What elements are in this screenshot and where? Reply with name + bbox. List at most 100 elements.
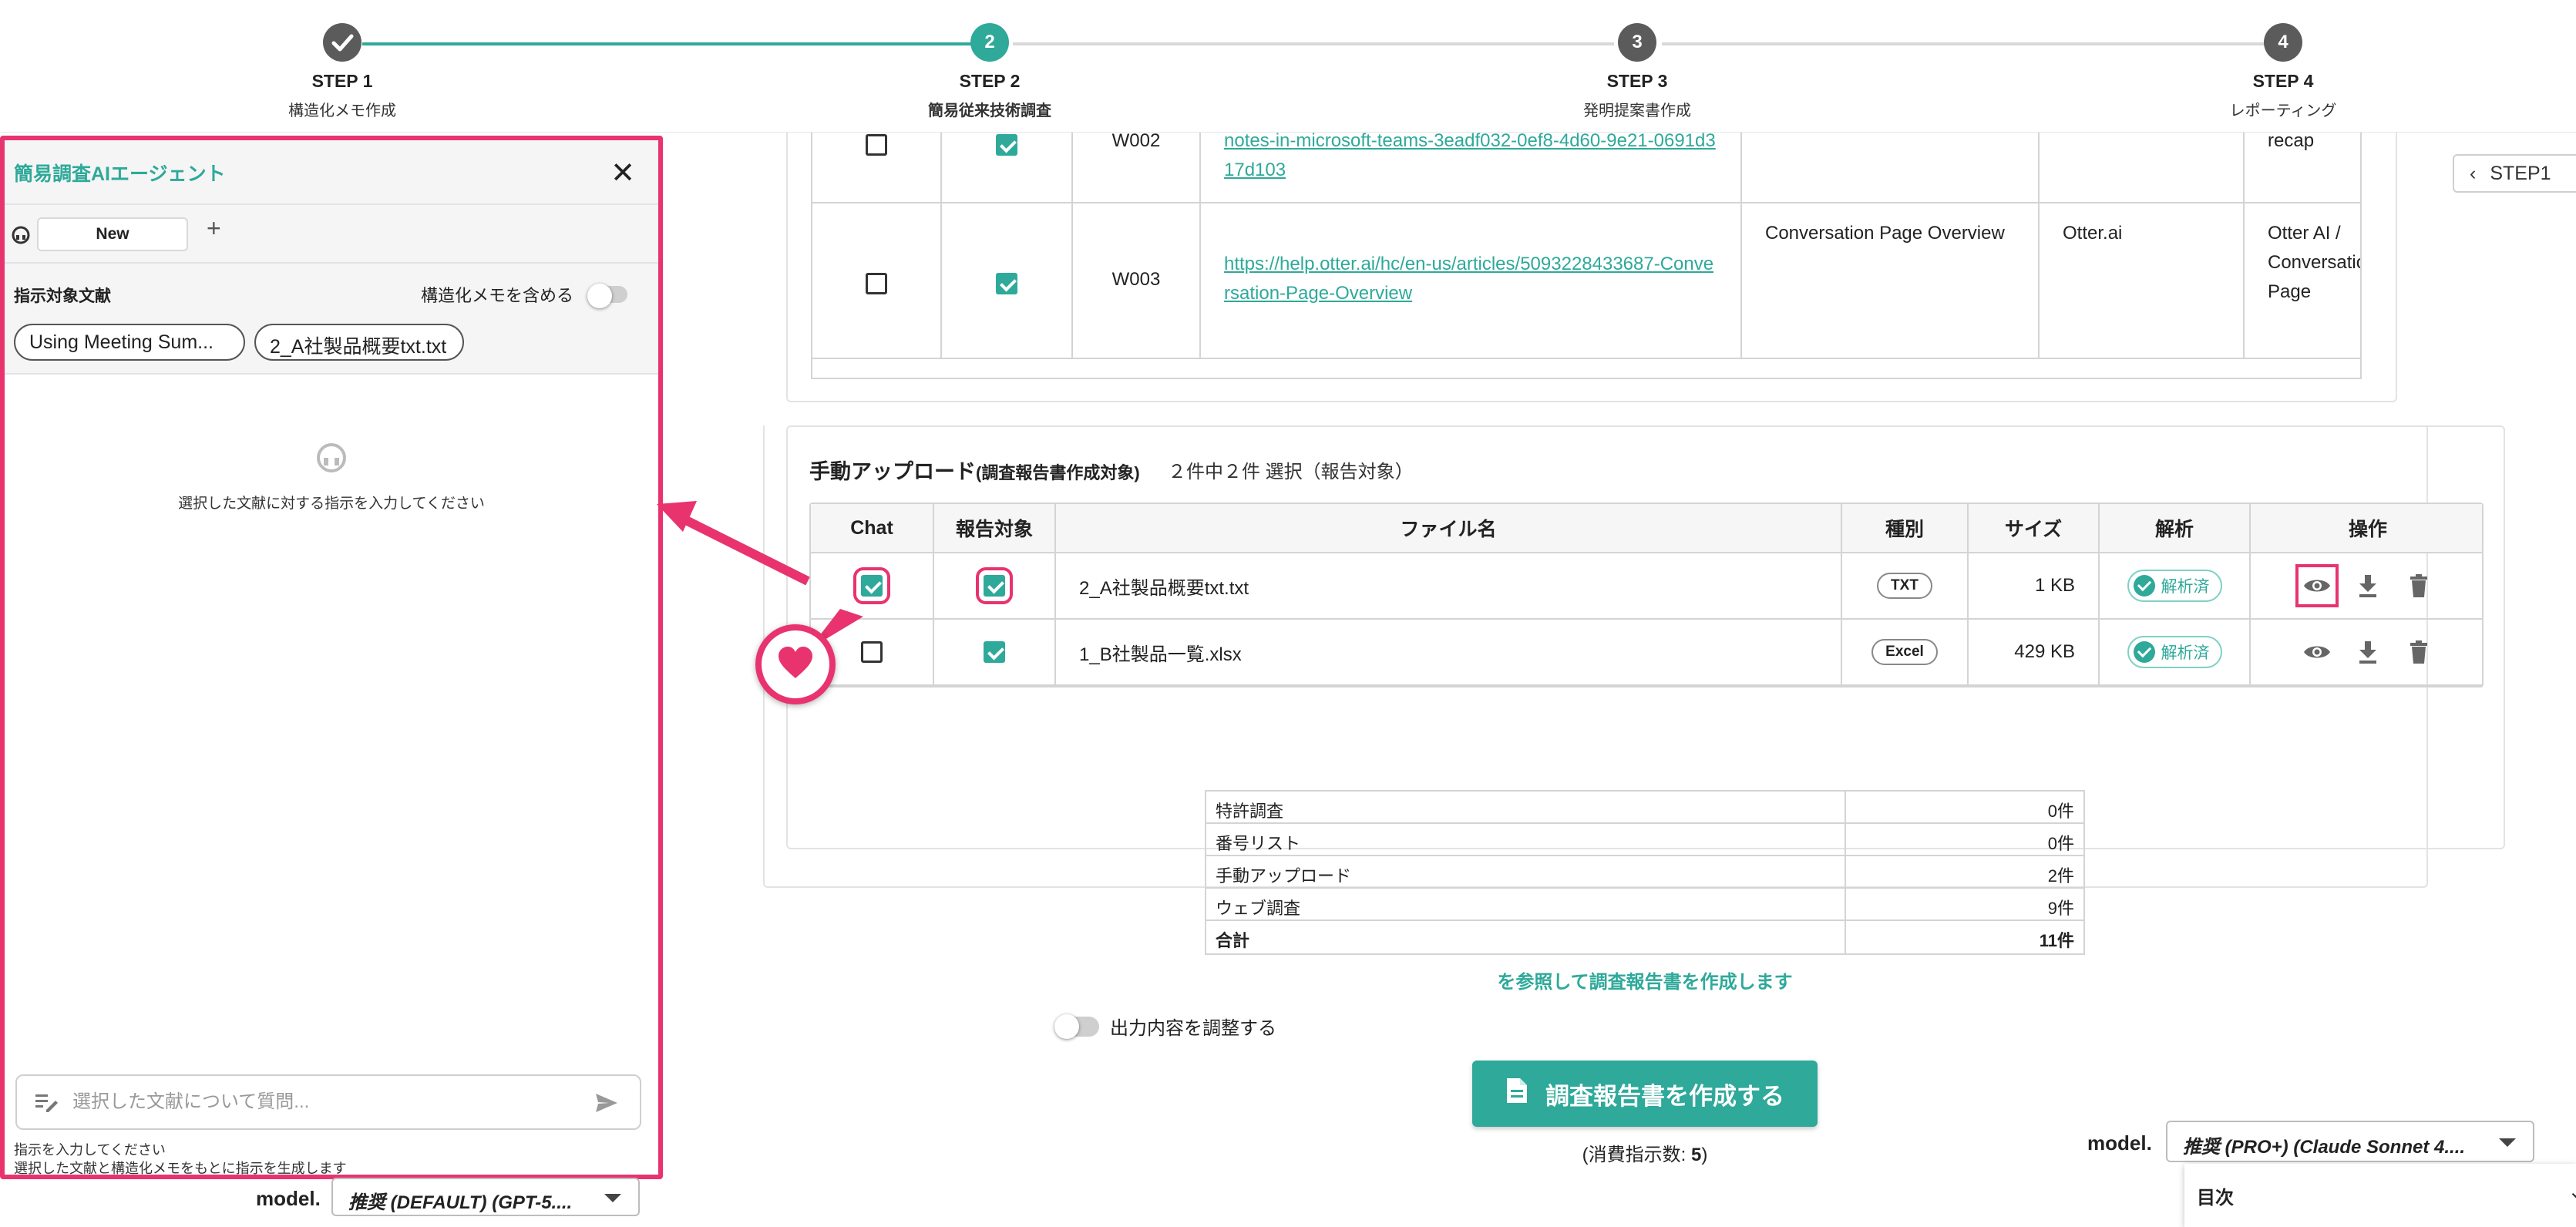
trash-icon[interactable] [2405,638,2433,666]
summary-row: ウェブ調査 9件 [1206,889,2083,921]
doc-chip[interactable]: 2_A社製品概要txt.txt [254,324,464,361]
adjust-output-toggle-row[interactable]: 出力内容を調整する [1054,1013,1276,1040]
col-analysis: 解析 [2100,504,2251,552]
summary-label: 手動アップロード [1206,856,1846,887]
step-3-number: 3 [1618,23,1656,62]
chat-hint-1: 指示を入力してください [14,1142,166,1158]
doc-source: Otter.ai [2040,203,2245,358]
report-checkbox[interactable] [976,567,1013,604]
model-select-right[interactable]: 推奨 (PRO+) (Claude Sonnet 4.... [2166,1121,2534,1162]
step-3[interactable]: 3 STEP 3 発明提案書作成 [1522,23,1753,120]
chat-agent-panel: 簡易調査AIエージェント ✕ New + 指示対象文献 構造化メモを含める Us… [0,136,663,1179]
doc-title [1742,133,2040,202]
summary-row: 特許調査 0件 [1206,792,2083,824]
status-badge: 解析済 [2127,570,2222,602]
summary-row: 手動アップロード 2件 [1206,856,2083,889]
step-2-subtitle: 簡易従来技術調査 [928,103,1051,119]
step-4[interactable]: 4 STEP 4 レポーティング [2167,23,2399,120]
model-label: model. [2087,1131,2152,1155]
web-research-table: W002 notes-in-microsoft-teams-3eadf032-0… [811,133,2362,379]
chat-checkbox[interactable] [861,641,883,663]
doc-chip[interactable]: Using Meeting Sum... [14,324,245,361]
report-checkbox-cell[interactable] [934,553,1056,618]
chat-input-box[interactable] [15,1074,641,1130]
col-size: サイズ [1969,504,2100,552]
add-tab-icon[interactable]: + [207,214,221,243]
table-of-contents[interactable]: 目次 ⌄ [2184,1164,2576,1227]
chat-input[interactable] [72,1087,566,1118]
chat-checkbox-cell[interactable] [811,553,934,618]
target-docs-section: 指示対象文献 構造化メモを含める Using Meeting Sum... 2_… [5,264,658,375]
step-2[interactable]: 2 STEP 2 簡易従来技術調査 [874,23,1105,120]
status-badge: 解析済 [2127,636,2222,668]
heart-icon [777,646,814,684]
send-icon[interactable] [595,1093,618,1117]
step-4-subtitle: レポーティング [2229,103,2337,119]
doc-url-link[interactable]: notes-in-microsoft-teams-3eadf032-0ef8-4… [1224,133,1716,180]
chat-checkbox[interactable] [853,567,890,604]
file-type-badge: Excel [1871,639,1938,665]
consume-suffix: ) [1701,1145,1708,1165]
file-type-badge: TXT [1877,573,1932,599]
doc-url-cell: notes-in-microsoft-teams-3eadf032-0ef8-4… [1201,133,1742,202]
step-1[interactable]: STEP 1 構造化メモ作成 [227,23,458,120]
report-checkbox[interactable] [996,272,1017,294]
consume-count: (消費指示数: 5) [1472,1139,1818,1166]
report-checkbox-cell[interactable] [942,133,1073,202]
caret-down-icon [2499,1138,2516,1147]
chat-checkbox[interactable] [866,272,887,294]
step1-tab-label: STEP1 [2490,163,2551,184]
chevron-down-icon: ⌄ [2568,1182,2576,1202]
doc-url-link[interactable]: https://help.otter.ai/hc/en-us/articles/… [1224,254,1713,304]
upload-selection-count: ２件中２件 選択（報告対象） [1168,462,1414,482]
summary-value: 9件 [2047,899,2074,918]
summary-value: 2件 [2047,866,2074,886]
step-1-check-icon [323,23,362,62]
agent-icon [314,441,348,475]
report-checkbox[interactable] [996,133,1017,156]
chat-checkbox[interactable] [866,133,887,156]
upload-title: 手動アップロード(調査報告書作成対象) [809,455,1140,485]
col-report: 報告対象 [934,504,1056,552]
doc-name: Otter AI / Conversation Page [2245,203,2360,358]
eye-icon[interactable] [2295,564,2339,607]
include-memo-toggle[interactable] [587,284,627,308]
close-icon[interactable]: ✕ [610,156,635,190]
file-name: 1_B社製品一覧.xlsx [1056,620,1842,684]
file-size: 1 KB [1969,553,2100,618]
adjust-output-toggle[interactable] [1054,1014,1099,1039]
download-icon[interactable] [2354,572,2382,600]
step-3-subtitle: 発明提案書作成 [1583,103,1691,119]
chat-checkbox-cell[interactable] [812,203,942,358]
summary-label: 番号リスト [1206,824,1846,855]
step-4-number: 4 [2264,23,2302,62]
chat-checkbox-cell[interactable] [812,133,942,202]
summary-value: 11件 [2039,931,2074,950]
summary-label: 合計 [1206,921,1846,953]
report-checkbox-cell[interactable] [934,620,1056,684]
download-icon[interactable] [2354,638,2382,666]
model-select-value: 推奨 (PRO+) (Claude Sonnet 4.... [2183,1137,2466,1158]
doc-id: W003 [1073,203,1201,358]
create-report-button[interactable]: 調査報告書を作成する [1472,1061,1818,1127]
edit-note-icon [35,1093,59,1117]
step1-side-tab[interactable]: ‹ STEP1 [2453,154,2576,193]
file-size: 429 KB [1969,620,2100,684]
doc-id: W002 [1073,133,1201,202]
toc-label: 目次 [2197,1188,2234,1209]
ops-cell [2251,620,2485,684]
agent-icon [11,225,31,249]
doc-title: Conversation Page Overview [1742,203,2040,358]
trash-icon[interactable] [2405,572,2433,600]
doc-url-cell: https://help.otter.ai/hc/en-us/articles/… [1201,203,1742,358]
check-circle-icon [2133,575,2155,597]
report-checkbox-cell[interactable] [942,203,1073,358]
report-checkbox[interactable] [984,641,1005,663]
include-memo-row[interactable]: 構造化メモを含める [421,282,627,308]
chat-tabs: New + [5,205,658,264]
eye-icon[interactable] [2303,638,2331,666]
model-select-left[interactable]: 推奨 (DEFAULT) (GPT-5.... [331,1178,640,1216]
summary-value: 0件 [2047,802,2074,821]
chat-tab-new[interactable]: New [37,217,188,251]
target-docs-label: 指示対象文献 [14,287,111,305]
